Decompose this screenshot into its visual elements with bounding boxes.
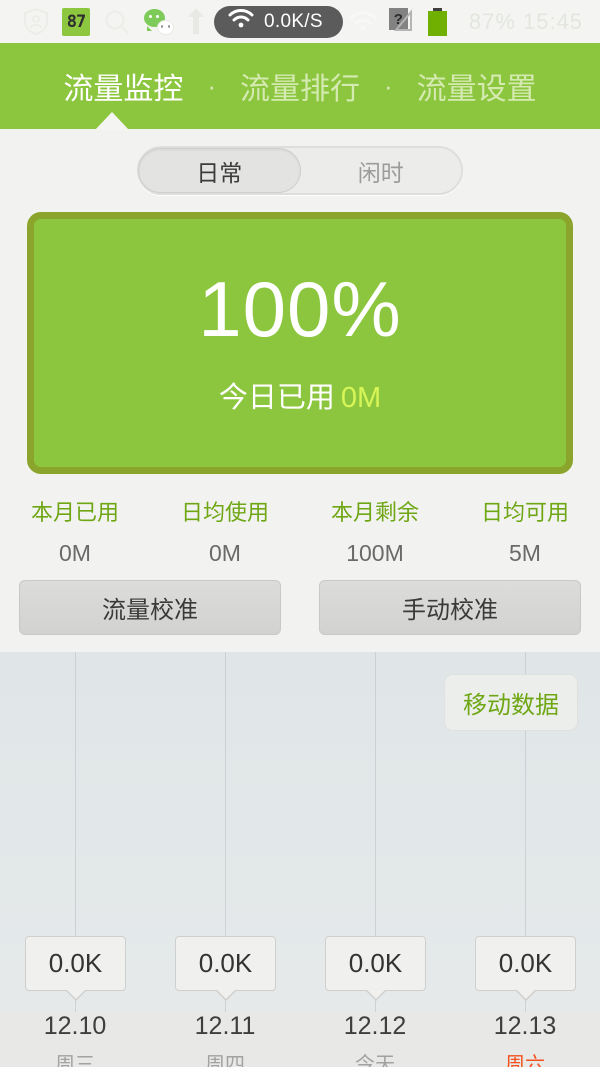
active-tab-pointer xyxy=(95,112,129,130)
chart-weekday: 今天 xyxy=(355,1054,395,1067)
stat-daily-available: 日均可用 5M xyxy=(450,495,600,567)
chart-x-label: 12.13 周六 xyxy=(465,1012,585,1067)
stat-label: 本月剩余 xyxy=(330,500,419,525)
stats-row: 本月已用 0M 日均使用 0M 本月剩余 100M 日均可用 5M xyxy=(0,495,600,567)
chart-weekday: 周六 xyxy=(505,1054,545,1067)
status-bar-right: ? 87% 15:45 xyxy=(349,7,584,36)
chart-legend-mobile-data[interactable]: 移动数据 xyxy=(444,674,578,731)
stat-value: 0M xyxy=(209,540,241,566)
chart-weekday: 周三 xyxy=(55,1054,95,1067)
wifi-icon xyxy=(349,10,377,33)
auto-calibrate-button[interactable]: 流量校准 xyxy=(19,580,281,635)
usage-gauge-card[interactable]: 100% 今日已用 0M xyxy=(27,212,573,474)
chart-x-label: 12.12 今天 xyxy=(315,1012,435,1067)
stat-label: 本月已用 xyxy=(30,500,119,525)
stat-value: 0M xyxy=(59,540,91,566)
stat-label: 日均可用 xyxy=(480,500,569,525)
chart-weekday: 周四 xyxy=(205,1054,245,1067)
stat-month-remaining: 本月剩余 100M xyxy=(300,495,450,567)
status-bar: 87 0.0K/S ? 87% 15:45 xyxy=(0,0,600,43)
calibration-button-row: 流量校准 手动校准 xyxy=(0,580,600,635)
status-bar-left: 87 xyxy=(0,7,204,36)
chart-value-tooltip[interactable]: 0.0K xyxy=(325,936,426,1001)
battery-time-label: 87% 15:45 xyxy=(468,8,584,34)
search-icon xyxy=(104,9,130,35)
chart-value-tooltip[interactable]: 0.0K xyxy=(175,936,276,1001)
segment-idle[interactable]: 闲时 xyxy=(301,148,462,193)
today-usage-value: 0M xyxy=(340,382,382,414)
network-speed-pill: 0.0K/S xyxy=(214,5,343,38)
stat-daily-average-used: 日均使用 0M xyxy=(150,495,300,567)
manual-calibrate-button[interactable]: 手动校准 xyxy=(319,580,581,635)
usage-chart[interactable]: 移动数据 0.0K 0.0K 0.0K 0.0K 12.10 周三 12.11 … xyxy=(0,652,600,1067)
nav-separator: · xyxy=(384,70,393,101)
shield-icon xyxy=(24,8,48,35)
stat-label: 日均使用 xyxy=(180,500,269,525)
segment-daily[interactable]: 日常 xyxy=(138,148,301,193)
wifi-icon xyxy=(228,9,254,34)
traffic-badge-icon: 87 xyxy=(62,7,90,36)
stat-value: 5M xyxy=(509,540,541,566)
tab-traffic-monitor[interactable]: 流量监控 xyxy=(59,64,187,108)
chart-x-label: 12.10 周三 xyxy=(15,1012,135,1067)
stat-month-used: 本月已用 0M xyxy=(0,495,150,567)
nav-bar: 流量监控 · 流量排行 · 流量设置 xyxy=(0,43,600,129)
stat-value: 100M xyxy=(346,540,404,566)
network-speed-label: 0.0K/S xyxy=(264,10,323,32)
nav-separator: · xyxy=(207,70,216,101)
mode-segmented-control[interactable]: 日常 闲时 xyxy=(137,146,463,195)
tab-traffic-ranking[interactable]: 流量排行 xyxy=(236,64,364,108)
app-root: 87 0.0K/S ? 87% 15:45 流量监控 · 流量排行 · 流量设置… xyxy=(0,0,600,1067)
upload-arrow-icon xyxy=(188,7,204,36)
chart-x-label: 12.11 周四 xyxy=(165,1012,285,1067)
tab-traffic-settings[interactable]: 流量设置 xyxy=(413,64,541,108)
wechat-icon xyxy=(144,8,174,35)
chart-date: 12.12 xyxy=(343,1012,407,1040)
chart-date: 12.13 xyxy=(493,1012,557,1040)
today-usage-label: 今日已用 xyxy=(218,382,335,414)
chart-value-tooltip[interactable]: 0.0K xyxy=(25,936,126,1001)
today-usage-row: 今日已用 0M xyxy=(219,374,381,416)
chart-date: 12.11 xyxy=(194,1012,256,1040)
sim-question-icon: ? xyxy=(388,8,416,35)
battery-icon xyxy=(427,7,447,36)
chart-date: 12.10 xyxy=(43,1012,107,1040)
chart-value-tooltip[interactable]: 0.0K xyxy=(475,936,576,1001)
usage-percent: 100% xyxy=(198,265,402,353)
